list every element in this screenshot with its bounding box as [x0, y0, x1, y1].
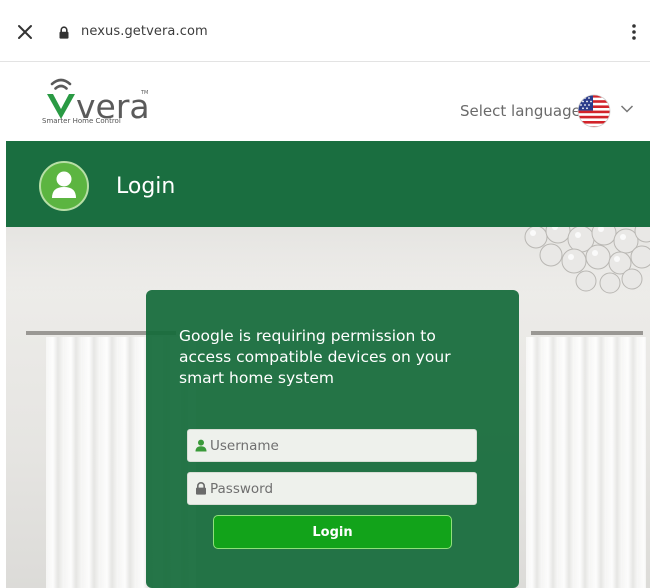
curtain-right [526, 337, 646, 588]
more-options-icon[interactable] [626, 21, 642, 43]
user-avatar-icon [39, 161, 89, 211]
login-header-bar: Login [6, 141, 650, 227]
select-language-label[interactable]: Select language [460, 102, 581, 120]
curtain-rod-right [531, 331, 643, 335]
site-header: vera TM Smarter Home Control Select lang… [6, 62, 650, 141]
browser-toolbar: nexus.getvera.com [0, 0, 650, 62]
username-field-wrapper[interactable] [187, 429, 477, 462]
user-icon [195, 439, 207, 452]
chevron-down-icon[interactable] [620, 104, 634, 114]
lock-icon [59, 26, 69, 39]
login-title: Login [116, 174, 176, 199]
chandelier-image [524, 227, 650, 294]
close-icon[interactable] [14, 21, 36, 43]
password-field-wrapper[interactable] [187, 472, 477, 505]
logo-tagline: Smarter Home Control [42, 117, 121, 125]
username-input[interactable] [210, 430, 472, 461]
us-flag-icon[interactable] [577, 94, 611, 128]
login-card: Google is requiring permission to access… [146, 290, 519, 588]
vera-logo[interactable]: vera TM [40, 72, 152, 136]
svg-text:TM: TM [140, 90, 148, 96]
login-button[interactable]: Login [213, 515, 452, 549]
lock-icon [196, 482, 206, 495]
password-input[interactable] [210, 473, 472, 504]
url-text[interactable]: nexus.getvera.com [81, 24, 208, 39]
permission-message: Google is requiring permission to access… [179, 327, 451, 387]
